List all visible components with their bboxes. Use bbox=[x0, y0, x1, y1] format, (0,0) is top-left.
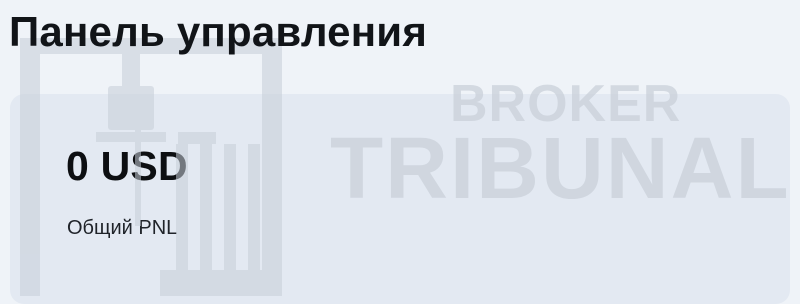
total-pnl-value: 0 USD bbox=[66, 143, 188, 189]
page-title: Панель управления bbox=[9, 8, 428, 55]
total-pnl-card: 0 USD Общий PNL bbox=[10, 94, 790, 304]
total-pnl-label: Общий PNL bbox=[67, 217, 178, 239]
